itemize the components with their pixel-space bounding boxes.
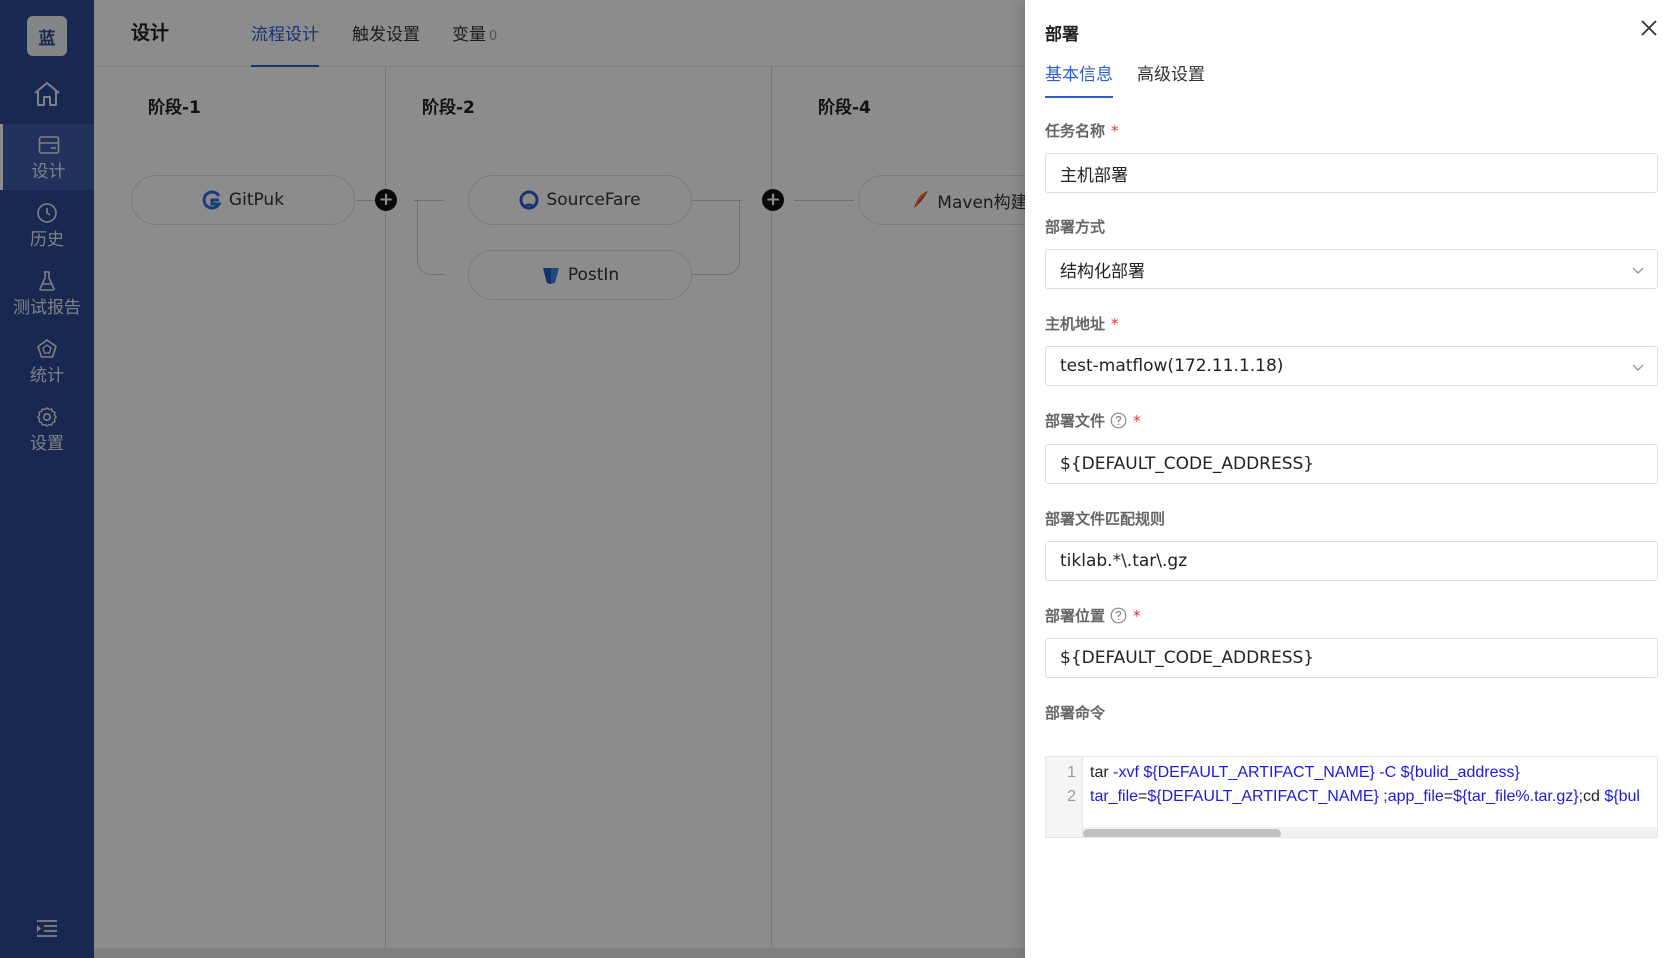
line-number: 1 (1067, 764, 1076, 781)
tab-label: 基本信息 (1045, 65, 1113, 85)
deploy-command-editor[interactable]: 1 2 tar -xvf ${DEFAULT_ARTIFACT_NAME} -C… (1045, 756, 1658, 838)
code-token: ${tar_file%.tar.gz} (1453, 788, 1579, 805)
required-mark: * (1111, 314, 1119, 333)
deploy-file-input[interactable]: ${DEFAULT_CODE_ADDRESS} (1045, 444, 1658, 484)
chevron-down-icon (1631, 263, 1645, 277)
host-address-select[interactable]: test-matflow(172.11.1.18) (1045, 346, 1658, 386)
field-label-text: 部署位置 (1045, 607, 1106, 625)
required-mark: * (1133, 411, 1141, 430)
drawer-mask-overlay[interactable] (0, 0, 1025, 958)
close-icon (1640, 19, 1658, 41)
deploy-command-label: 部署命令 (1045, 702, 1105, 723)
code-token: = (1138, 788, 1148, 805)
field-label-text: 部署文件 (1045, 412, 1106, 430)
deploy-method-label: 部署方式 (1045, 216, 1105, 237)
field-label-text: 部署文件匹配规则 (1045, 510, 1166, 528)
drawer-title: 部署 (1045, 25, 1079, 45)
code-token: = (1443, 788, 1454, 805)
deploy-file-pattern-label: 部署文件匹配规则 (1045, 508, 1165, 529)
question-circle-icon[interactable] (1110, 412, 1127, 429)
close-button[interactable] (1637, 18, 1661, 42)
field-value: ${DEFAULT_CODE_ADDRESS} (1060, 648, 1315, 668)
required-mark: * (1111, 121, 1119, 140)
deploy-location-input[interactable]: ${DEFAULT_CODE_ADDRESS} (1045, 638, 1658, 678)
host-address-label: 主机地址 * (1045, 313, 1119, 334)
deploy-location-label: 部署位置 * (1045, 605, 1141, 626)
task-config-drawer: 部署 基本信息 高级设置 任务名称 * 主机部署 部署方式 结构化部署 主机地址… (1025, 0, 1670, 958)
field-value: tiklab.*\.tar\.gz (1060, 551, 1188, 571)
field-label-text: 部署命令 (1045, 704, 1106, 722)
task-name-input[interactable]: 主机部署 (1045, 153, 1658, 193)
field-value: 主机部署 (1060, 165, 1128, 186)
code-token: tar_file (1090, 788, 1139, 805)
field-label-text: 主机地址 (1045, 315, 1106, 333)
deploy-file-pattern-input[interactable]: tiklab.*\.tar\.gz (1045, 541, 1658, 581)
tab-basic-info[interactable]: 基本信息 (1045, 60, 1113, 98)
code-token: ${bul (1604, 788, 1640, 805)
code-token: -xvf ${DEFAULT_ARTIFACT_NAME} -C ${bulid… (1113, 764, 1520, 781)
field-label-text: 部署方式 (1045, 218, 1106, 236)
code-token: tar (1090, 764, 1114, 781)
code-token: ${DEFAULT_ARTIFACT_NAME} ;app_file (1147, 788, 1444, 805)
code-line[interactable]: tar -xvf ${DEFAULT_ARTIFACT_NAME} -C ${b… (1090, 764, 1520, 782)
field-value: ${DEFAULT_CODE_ADDRESS} (1060, 454, 1315, 474)
required-mark: * (1133, 606, 1141, 625)
chevron-down-icon (1631, 360, 1645, 374)
field-label-text: 任务名称 (1045, 122, 1106, 140)
field-value: 结构化部署 (1060, 261, 1145, 282)
task-name-label: 任务名称 * (1045, 120, 1119, 141)
tab-label: 高级设置 (1137, 65, 1205, 85)
code-line[interactable]: tar_file=${DEFAULT_ARTIFACT_NAME} ;app_f… (1090, 788, 1640, 806)
code-scrollbar-thumb[interactable] (1083, 829, 1281, 837)
deploy-method-select[interactable]: 结构化部署 (1045, 249, 1658, 289)
code-scrollbar[interactable] (1083, 827, 1657, 837)
tab-advanced-settings[interactable]: 高级设置 (1137, 60, 1205, 98)
line-number-gutter: 1 2 (1046, 757, 1083, 837)
line-number: 2 (1067, 788, 1076, 805)
question-circle-icon[interactable] (1110, 607, 1127, 624)
field-value: test-matflow(172.11.1.18) (1060, 356, 1284, 376)
code-token: ;cd (1578, 788, 1605, 805)
deploy-file-label: 部署文件 * (1045, 410, 1141, 431)
